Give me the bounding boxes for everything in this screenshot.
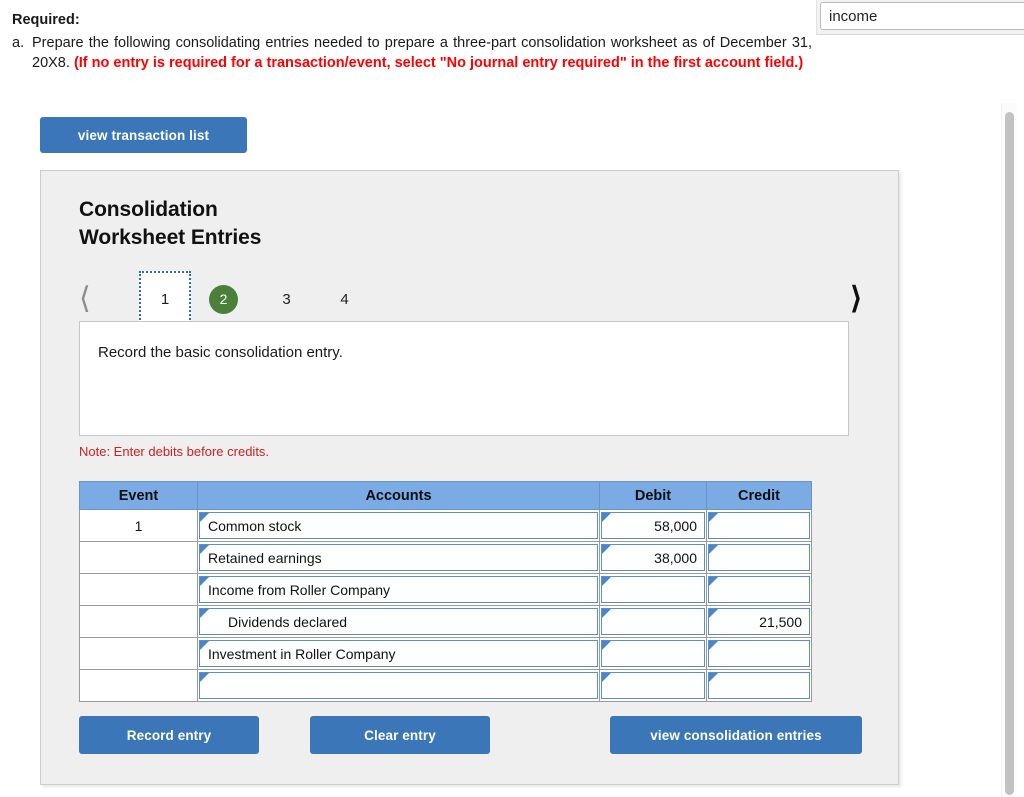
header-accounts: Accounts	[197, 481, 600, 510]
table-row: Income from Roller Company	[79, 573, 812, 606]
debit-input-1[interactable]: 58,000	[601, 512, 705, 539]
page-scrollbar-thumb[interactable]	[1005, 112, 1014, 795]
income-input[interactable]	[820, 2, 1024, 30]
required-heading: Required:	[12, 12, 80, 28]
step-list: 1 2 3 4	[139, 271, 385, 327]
cell-account-host[interactable]	[197, 669, 600, 702]
credit-input-6[interactable]	[708, 672, 810, 699]
required-block: Required: a. Prepare the following conso…	[12, 10, 812, 74]
view-consolidation-entries-button[interactable]: view consolidation entries	[610, 716, 862, 754]
cell-debit-host[interactable]	[599, 637, 707, 670]
cell-event	[79, 573, 198, 606]
cell-debit-host[interactable]: 38,000	[599, 541, 707, 574]
table-row: Dividends declared 21,500	[79, 605, 812, 638]
view-transaction-list-button[interactable]: view transaction list	[40, 117, 247, 153]
table-row: 1 Common stock 58,000	[79, 509, 812, 542]
credit-input-5[interactable]	[708, 640, 810, 667]
cell-credit-host[interactable]: 21,500	[706, 605, 812, 638]
cell-credit-host[interactable]	[706, 669, 812, 702]
card-title-line-1: Consolidation	[79, 198, 218, 221]
step-3[interactable]: 3	[269, 282, 304, 317]
step-4[interactable]: 4	[327, 282, 362, 317]
record-entry-button[interactable]: Record entry	[79, 716, 259, 754]
debit-input-2[interactable]: 38,000	[601, 544, 705, 571]
cell-debit-host[interactable]	[599, 669, 707, 702]
account-select-3[interactable]: Income from Roller Company	[199, 576, 598, 603]
cell-account-host[interactable]: Investment in Roller Company	[197, 637, 600, 670]
header-event: Event	[79, 481, 198, 510]
debits-before-credits-note: Note: Enter debits before credits.	[79, 444, 270, 459]
debit-input-6[interactable]	[601, 672, 705, 699]
required-item-a: a. Prepare the following consolidating e…	[12, 33, 812, 74]
cell-event	[79, 637, 198, 670]
entry-stepper: ⟨ 1 2 3 4 ⟩	[79, 271, 862, 327]
chevron-left-icon[interactable]: ⟨	[79, 279, 91, 319]
clear-entry-button[interactable]: Clear entry	[310, 716, 490, 754]
cell-event	[79, 669, 198, 702]
required-item-text: Prepare the following consolidating entr…	[32, 33, 812, 74]
cell-account-host[interactable]: Dividends declared	[197, 605, 600, 638]
credit-input-1[interactable]	[708, 512, 810, 539]
debit-input-5[interactable]	[601, 640, 705, 667]
required-item-warning: (If no entry is required for a transacti…	[73, 55, 804, 72]
debit-input-4[interactable]	[601, 608, 705, 635]
cell-credit-host[interactable]	[706, 509, 812, 542]
table-body: 1 Common stock 58,000 Retained earnings …	[79, 509, 812, 702]
cell-credit-host[interactable]	[706, 541, 812, 574]
debit-input-3[interactable]	[601, 576, 705, 603]
table-row: Investment in Roller Company	[79, 637, 812, 670]
card-title: Consolidation Worksheet Entries	[79, 196, 499, 252]
card-title-line-2: Worksheet Entries	[79, 225, 262, 249]
credit-input-2[interactable]	[708, 544, 810, 571]
header-credit: Credit	[706, 481, 812, 510]
header-debit: Debit	[599, 481, 707, 510]
table-row: Retained earnings 38,000	[79, 541, 812, 574]
consolidation-worksheet-card: Consolidation Worksheet Entries ⟨ 1 2 3 …	[40, 170, 899, 785]
cell-account-host[interactable]: Income from Roller Company	[197, 573, 600, 606]
account-select-1[interactable]: Common stock	[199, 512, 598, 539]
table-header-row: Event Accounts Debit Credit	[79, 481, 812, 510]
cell-event	[79, 605, 198, 638]
journal-entry-table: Event Accounts Debit Credit 1 Common sto…	[79, 481, 812, 702]
cell-debit-host[interactable]: 58,000	[599, 509, 707, 542]
cell-debit-host[interactable]	[599, 573, 707, 606]
page-scrollbar-track[interactable]	[1001, 103, 1017, 797]
cell-credit-host[interactable]	[706, 573, 812, 606]
required-item-marker: a.	[12, 34, 25, 51]
instruction-box: Record the basic consolidation entry.	[79, 321, 849, 436]
account-select-5[interactable]: Investment in Roller Company	[199, 640, 598, 667]
instruction-text: Record the basic consolidation entry.	[98, 344, 343, 361]
chevron-right-icon[interactable]: ⟩	[850, 279, 862, 319]
cell-debit-host[interactable]	[599, 605, 707, 638]
step-2[interactable]: 2	[209, 284, 238, 314]
step-1[interactable]: 1	[139, 271, 191, 327]
cell-event: 1	[79, 509, 198, 542]
credit-input-3[interactable]	[708, 576, 810, 603]
table-row	[79, 669, 812, 702]
cell-event	[79, 541, 198, 574]
cell-credit-host[interactable]	[706, 637, 812, 670]
cell-account-host[interactable]: Retained earnings	[197, 541, 600, 574]
account-select-6[interactable]	[199, 672, 598, 699]
account-select-4[interactable]: Dividends declared	[199, 608, 598, 635]
credit-input-4[interactable]: 21,500	[708, 608, 810, 635]
account-select-2[interactable]: Retained earnings	[199, 544, 598, 571]
cell-account-host[interactable]: Common stock	[197, 509, 600, 542]
